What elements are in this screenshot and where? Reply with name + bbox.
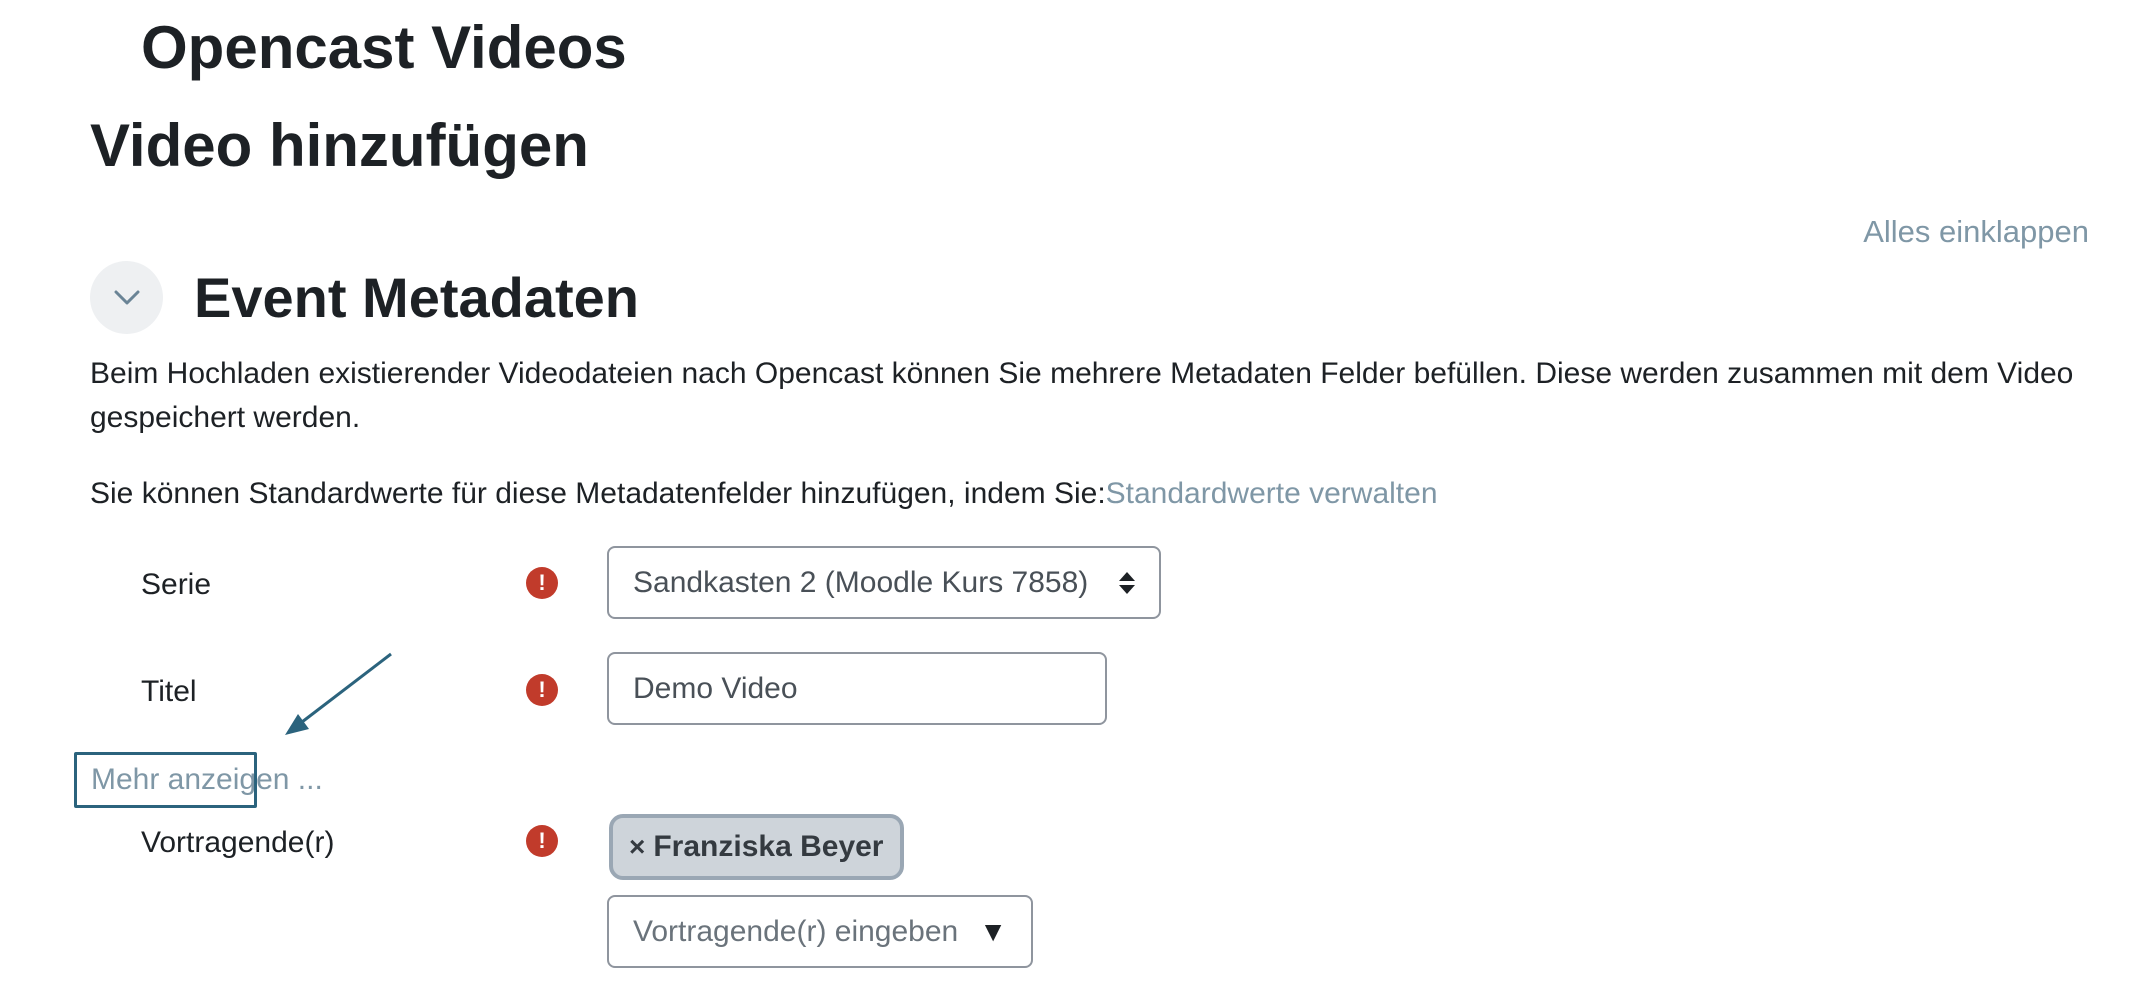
required-icon: ! [526, 825, 558, 857]
speaker-tag[interactable]: × Franziska Beyer [609, 814, 904, 880]
serie-label: Serie [141, 568, 212, 601]
serie-select-value: Sandkasten 2 (Moodle Kurs 7858) [633, 565, 1089, 599]
select-arrows-icon [1119, 571, 1135, 594]
remove-tag-icon[interactable]: × [629, 831, 645, 863]
section-title: Event Metadaten [194, 266, 639, 329]
titel-input[interactable]: Demo Video [607, 652, 1107, 725]
section-intro: Beim Hochladen existierender Videodateie… [90, 357, 2074, 434]
collapse-all-link[interactable]: Alles einklappen [1863, 212, 2089, 252]
page-subheading: Video hinzufügen [90, 112, 589, 179]
required-icon: ! [526, 567, 558, 599]
section-toggle-button[interactable] [90, 261, 163, 334]
page-heading: Opencast Videos [141, 14, 627, 81]
vortragende-label: Vortragende(r) [141, 826, 335, 859]
speaker-autocomplete[interactable]: ▼ [607, 895, 1033, 968]
manage-defaults-link[interactable]: Standardwerte verwalten [1106, 477, 1438, 510]
defaults-text-label: Sie können Standardwerte für diese Metad… [90, 477, 1106, 510]
show-more-link[interactable]: Mehr anzeigen ... [74, 752, 323, 808]
chevron-down-icon [114, 290, 139, 304]
titel-input-value: Demo Video [633, 671, 798, 705]
titel-label: Titel [141, 675, 197, 708]
page: Opencast Videos Video hinzufügen Alles e… [0, 0, 2144, 990]
required-icon: ! [526, 674, 558, 706]
dropdown-arrow-icon[interactable]: ▼ [979, 916, 1007, 948]
speaker-tag-label: Franziska Beyer [653, 830, 884, 863]
speaker-input[interactable] [633, 914, 973, 949]
serie-select[interactable]: Sandkasten 2 (Moodle Kurs 7858) [607, 546, 1161, 619]
defaults-text: Sie können Standardwerte für diese Metad… [90, 472, 1438, 516]
